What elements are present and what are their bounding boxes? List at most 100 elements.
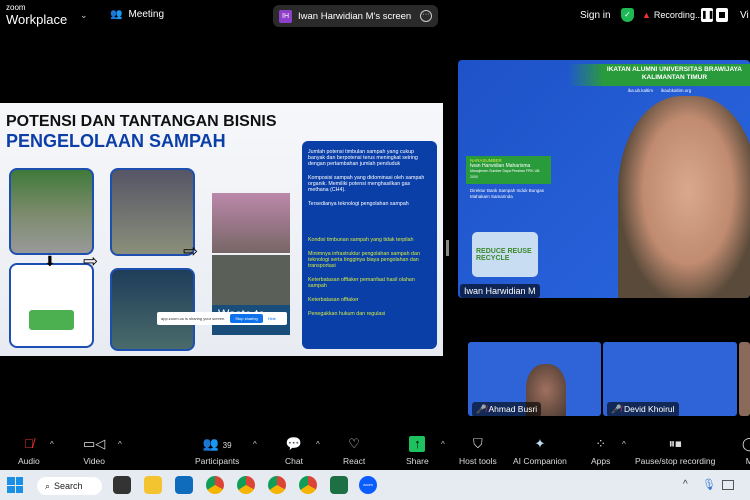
- chat-button[interactable]: 💬 Chat: [285, 436, 303, 466]
- view-button[interactable]: Vi: [740, 10, 749, 21]
- org-subtitle: KALIMANTAN TIMUR: [641, 74, 708, 81]
- microphone-icon[interactable]: 🎙: [702, 478, 716, 491]
- label: Participants: [195, 456, 240, 466]
- point: Keterbatasan offtaker pemanfaat hasil ol…: [308, 277, 415, 289]
- hide-button[interactable]: Hide: [268, 316, 276, 321]
- participant-count: 39: [222, 441, 232, 450]
- participant-tile[interactable]: 🎤̸ Devid Khoirul: [603, 342, 737, 416]
- tray-chevron-icon[interactable]: ^: [683, 479, 688, 490]
- apps-button[interactable]: ⁘ Apps: [591, 436, 610, 466]
- chrome-icon[interactable]: [237, 476, 255, 494]
- participant-name: Ahmad Busri: [488, 404, 538, 414]
- share-arrow-icon: ↑: [409, 436, 426, 452]
- participants-icon: 👥 39: [202, 436, 232, 451]
- meeting-button[interactable]: 👥 Meeting: [110, 9, 164, 20]
- screen-share-pill[interactable]: IH Iwan Harwidian M's screen ···: [273, 5, 438, 27]
- chat-icon: 💬: [285, 436, 303, 451]
- taskbar-search[interactable]: ⌕ Search: [37, 477, 102, 495]
- speaker-person: [618, 96, 750, 298]
- host-tools-button[interactable]: ⛉ Host tools: [459, 436, 497, 466]
- caret-up-icon[interactable]: ^: [253, 440, 257, 449]
- sign-in-link[interactable]: Sign in: [580, 10, 611, 21]
- more-icon[interactable]: ···: [420, 10, 432, 22]
- avatar: IH: [279, 9, 292, 23]
- point: Tersedianya teknologi pengolahan sampah: [308, 201, 409, 207]
- file-explorer-icon[interactable]: [144, 476, 162, 494]
- caret-up-icon[interactable]: ^: [441, 440, 445, 449]
- shield-check-icon[interactable]: ✓: [621, 8, 634, 22]
- windows-start-icon[interactable]: [7, 477, 23, 493]
- instagram-handle: ika.ub.kaltim: [628, 88, 654, 93]
- garbage-truck-illustration: [9, 263, 94, 348]
- participants-button[interactable]: 👥 39 Participants: [195, 436, 239, 466]
- chrome-icon[interactable]: [268, 476, 286, 494]
- zoom-taskbar-icon[interactable]: zoom: [359, 476, 377, 494]
- pause-stop-icon: ⏸⏹: [668, 436, 682, 451]
- participant-name: Devid Khoirul: [623, 404, 675, 414]
- point: Penegakkan hukum dan regulasi: [308, 311, 386, 317]
- outlook-icon[interactable]: [175, 476, 193, 494]
- point: Minimnya infrastruktur pengolahan sampah…: [308, 251, 420, 269]
- video-button[interactable]: ▭◁ Video: [83, 436, 105, 466]
- label: Share: [406, 456, 429, 466]
- label: Host tools: [459, 456, 497, 466]
- point: Kondisi timbunan sampah yang tidak terpi…: [308, 237, 414, 243]
- apps-icon: ⁘: [595, 436, 607, 451]
- more-button[interactable]: ◯ M: [742, 436, 750, 466]
- label: AI Companion: [513, 456, 567, 466]
- caret-up-icon[interactable]: ^: [50, 440, 54, 449]
- label: Search: [54, 481, 83, 491]
- record-icon: ▲: [642, 10, 651, 20]
- resize-handle[interactable]: [446, 240, 449, 256]
- sharing-notification: app.zoom.us is sharing your screen. Stop …: [157, 312, 287, 325]
- chrome-icon[interactable]: [206, 476, 224, 494]
- speaker-role: Direktur Bank Sampah Induk Bungas Mahaka…: [470, 188, 545, 199]
- org-title: IKATAN ALUMNI UNIVERSITAS BRAWIJAYA: [606, 66, 742, 73]
- stop-sharing-button[interactable]: Stop sharing: [230, 314, 263, 323]
- chrome-icon[interactable]: [299, 476, 317, 494]
- point: Keterbatasan offtaker: [308, 297, 359, 303]
- react-button[interactable]: ♡ React: [343, 436, 365, 466]
- search-icon: ⌕: [45, 480, 51, 491]
- arrow-down-icon: ⬇: [44, 253, 56, 269]
- muted-mic-icon: 🎤̸: [476, 404, 487, 414]
- excel-icon[interactable]: [330, 476, 348, 494]
- speaker-video[interactable]: IKATAN ALUMNI UNIVERSITAS BRAWIJAYA KALIM…: [458, 60, 750, 298]
- participant-tile[interactable]: [739, 342, 750, 416]
- caret-up-icon[interactable]: ^: [118, 440, 122, 449]
- label: React: [343, 456, 366, 466]
- slide-title: POTENSI DAN TANTANGAN BISNIS: [6, 113, 277, 130]
- share-title: Iwan Harwidian M's screen: [298, 10, 412, 22]
- point: Komposisi sampah yang didominasi oleh sa…: [308, 175, 425, 193]
- pellets-photo: [212, 255, 290, 305]
- arrow-right-icon: ⇨: [83, 251, 99, 271]
- keyboard-icon[interactable]: [722, 480, 734, 490]
- share-button[interactable]: ↑ Share: [406, 436, 429, 466]
- caret-up-icon[interactable]: ^: [622, 440, 626, 449]
- audio-button[interactable]: 🎙̸ Audio: [18, 436, 40, 466]
- pause-stop-recording-button[interactable]: ⏸⏹ Pause/stop recording: [635, 436, 715, 466]
- task-view-icon[interactable]: [113, 476, 131, 494]
- label: Apps: [591, 456, 611, 466]
- reduce-reuse-recycle-logo: REDUCE REUSE RECYCLE: [472, 232, 538, 277]
- label: Chat: [285, 456, 303, 466]
- points-panel: Jumlah potensi timbulan sampah yang cuku…: [302, 141, 437, 349]
- mic-muted-icon: 🎙̸: [24, 436, 34, 451]
- label: Audio: [18, 456, 40, 466]
- heart-icon: ♡: [348, 436, 360, 451]
- caret-up-icon[interactable]: ^: [316, 440, 320, 449]
- zoom-logo-small: zoom: [6, 3, 26, 12]
- slide-subtitle: PENGELOLAAN SAMPAH: [6, 131, 226, 151]
- recording-indicator: ▲ Recording...: [642, 10, 703, 20]
- label: M: [745, 456, 750, 466]
- chevron-down-icon[interactable]: ⌄: [80, 10, 88, 21]
- shared-slide: POTENSI DAN TANTANGAN BISNIS PENGELOLAAN…: [0, 103, 443, 356]
- participant-tile[interactable]: 🎤̸ Ahmad Busri: [468, 342, 601, 416]
- stop-icon[interactable]: [716, 8, 728, 22]
- ai-companion-button[interactable]: ✦ AI Companion: [513, 436, 567, 466]
- people-icon: 👥: [110, 9, 123, 20]
- point: Jumlah potensi timbulan sampah yang cuku…: [308, 149, 418, 167]
- pause-icon[interactable]: ❚❚: [701, 8, 714, 22]
- label: Video: [83, 456, 105, 466]
- muted-mic-icon: 🎤̸: [611, 404, 622, 414]
